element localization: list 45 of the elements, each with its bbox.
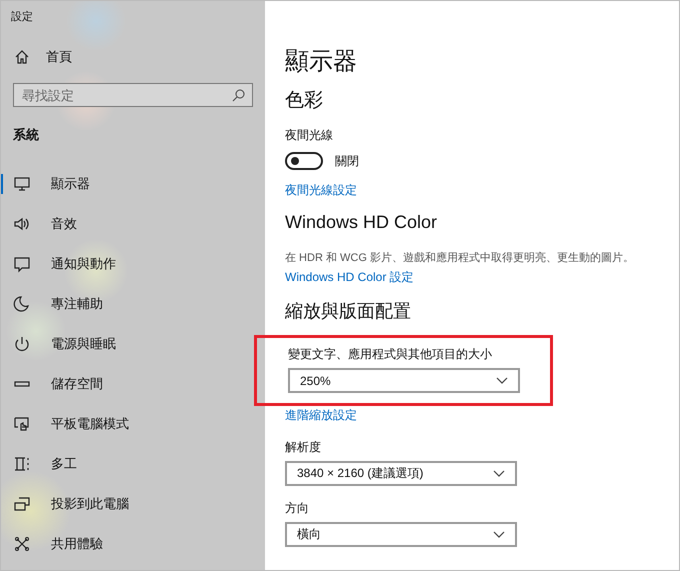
section-heading: 縮放與版面配置 [285,300,412,323]
section-heading: 色彩 [285,89,324,113]
tablet-icon [13,415,31,433]
sidebar-item[interactable]: 顯示器 [1,164,265,204]
sidebar-item[interactable]: 多工 [1,444,265,484]
setting-label: 夜間光線 [285,127,334,143]
sidebar-item[interactable]: 通知與動作 [1,244,265,284]
chevron-down-icon [496,377,508,384]
home-icon [14,49,30,65]
speaker-icon [13,215,31,233]
toggle-state: 關閉 [335,152,359,170]
page-title: 顯示器 [285,47,358,75]
dropdown[interactable]: 3840 × 2160 (建議選項) [285,461,517,486]
monitor-icon [13,175,31,193]
share-icon [13,535,31,553]
search-field[interactable]: 尋找設定 [13,83,253,107]
sidebar-item[interactable]: 電源與睡眠 [1,324,265,364]
setting-label: 解析度 [285,439,322,455]
window-title: 設定 [11,10,34,23]
toggle-switch[interactable] [285,152,323,170]
chevron-down-icon [493,470,505,477]
sidebar-item[interactable]: 平板電腦模式 [1,404,265,444]
chevron-down-icon [493,531,505,538]
section-heading: 系統 [13,126,40,144]
sidebar-item[interactable]: 專注輔助 [1,284,265,324]
project-icon [13,495,31,513]
search-icon [232,89,245,102]
description: 在 HDR 和 WCG 影片、遊戲和應用程式中取得更明亮、更生動的圖片。 [285,250,635,265]
home-link[interactable]: 首頁 [46,48,72,66]
sidebar-item[interactable]: 儲存空間 [1,364,265,404]
dropdown[interactable]: 250% [288,368,520,393]
moon-icon [13,295,31,313]
multitask-icon [13,455,31,473]
settings-link[interactable]: 夜間光線設定 [285,182,357,198]
setting-label: 方向 [285,500,310,516]
message-icon [13,255,31,273]
settings-link[interactable]: Windows HD Color 設定 [285,269,414,285]
settings-link[interactable]: 進階縮放設定 [285,407,357,423]
setting-label: 變更文字、應用程式與其他項目的大小 [288,346,493,362]
sidebar-item[interactable]: 音效 [1,204,265,244]
dropdown[interactable]: 橫向 [285,522,517,547]
power-icon [13,335,31,353]
sidebar-item[interactable]: 共用體驗 [1,524,265,564]
sidebar-item[interactable]: 投影到此電腦 [1,484,265,524]
section-heading: Windows HD Color [285,212,438,234]
